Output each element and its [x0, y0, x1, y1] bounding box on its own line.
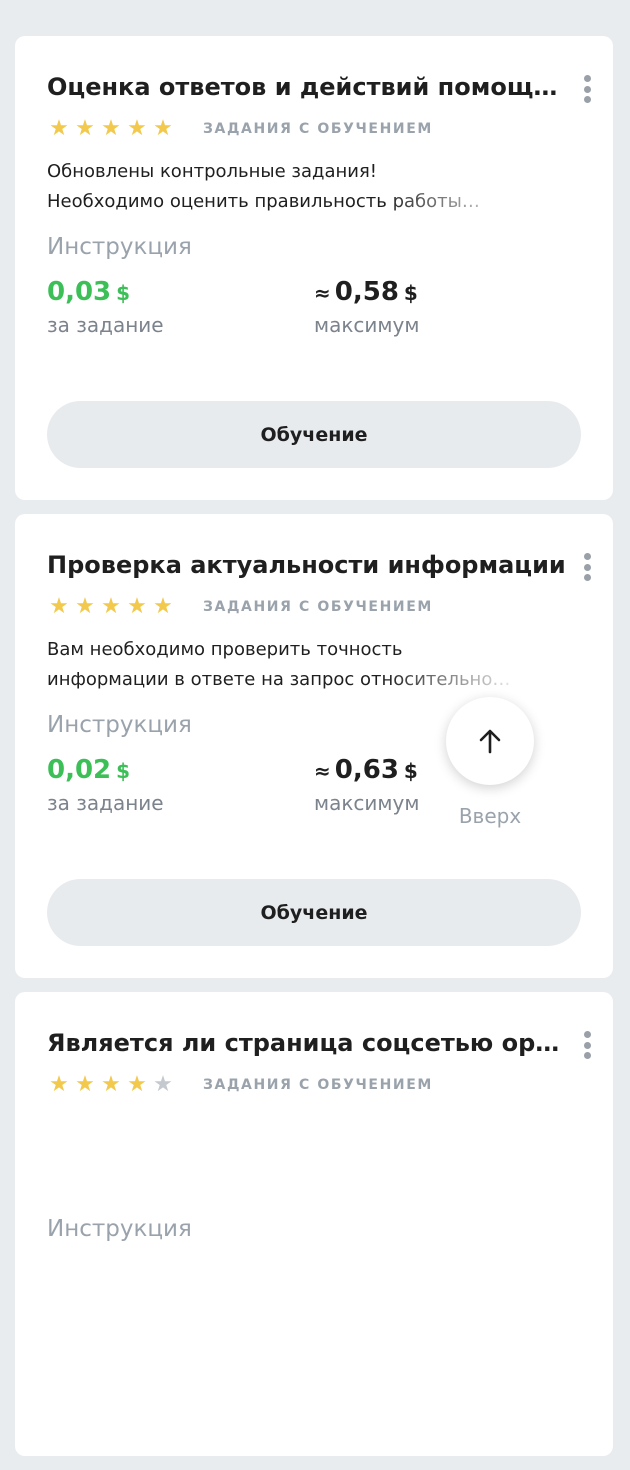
star-icon: ★ — [127, 116, 147, 141]
star-icon: ★ — [153, 594, 173, 619]
card-header: Проверка актуальности информации — [47, 547, 581, 583]
star-icon: ★ — [153, 116, 173, 141]
price-label: за задание — [47, 313, 164, 337]
approx-sign: ≈ — [314, 759, 331, 783]
arrow-up-icon — [479, 729, 501, 754]
card-title[interactable]: Проверка актуальности информации — [47, 547, 569, 583]
max-value: ≈0,63 $ — [314, 753, 581, 788]
star-empty-icon: ★ — [153, 1072, 173, 1097]
card-meta: ★ ★ ★ ★ ★ ЗАДАНИЯ С ОБУЧЕНИЕМ — [47, 117, 581, 141]
price-amount: 0,02 — [47, 755, 112, 785]
star-icon: ★ — [49, 116, 69, 141]
scroll-top-label: Вверх — [458, 804, 522, 828]
max-label: максимум — [314, 313, 420, 337]
approx-sign: ≈ — [314, 281, 331, 305]
description-line: Обновлены контрольные задания! — [47, 161, 377, 182]
more-options-icon[interactable] — [581, 553, 593, 581]
star-icon: ★ — [75, 116, 95, 141]
task-type-label: ЗАДАНИЯ С ОБУЧЕНИЕМ — [203, 1077, 433, 1093]
star-icon: ★ — [75, 1072, 95, 1097]
rating-stars: ★ ★ ★ ★ ★ — [47, 117, 175, 141]
more-options-icon[interactable] — [581, 1031, 593, 1059]
price-label: за задание — [47, 791, 164, 815]
card-description — [47, 1113, 581, 1173]
card-title[interactable]: Оценка ответов и действий помощника — [47, 69, 569, 105]
currency-sign: $ — [116, 281, 131, 305]
price-value: 0,03 $ — [47, 275, 314, 310]
card-description: Обновлены контрольные задания! Необходим… — [47, 157, 581, 217]
training-button[interactable]: Обучение — [47, 401, 581, 468]
scroll-top-button[interactable] — [446, 697, 534, 785]
description-line: Необходимо оценить правильность работы… — [47, 191, 480, 212]
price-max: ≈0,58 $ максимум — [314, 275, 581, 340]
rating-stars: ★ ★ ★ ★ ★ — [47, 595, 175, 619]
max-amount: 0,58 — [334, 277, 399, 307]
card-description: Вам необходимо проверить точность информ… — [47, 635, 581, 695]
instruction-link[interactable]: Инструкция — [47, 709, 192, 741]
star-icon: ★ — [127, 594, 147, 619]
price-value: 0,02 $ — [47, 753, 314, 788]
instruction-link[interactable]: Инструкция — [47, 231, 192, 263]
star-icon: ★ — [101, 116, 121, 141]
rating-stars: ★ ★ ★ ★ ★ — [47, 1073, 175, 1097]
star-icon: ★ — [49, 594, 69, 619]
card-header: Является ли страница соцсетью организаци… — [47, 1025, 581, 1061]
star-icon: ★ — [127, 1072, 147, 1097]
price-per-task: 0,02 $ за задание — [47, 753, 314, 818]
task-type-label: ЗАДАНИЯ С ОБУЧЕНИЕМ — [203, 599, 433, 615]
card-meta: ★ ★ ★ ★ ★ ЗАДАНИЯ С ОБУЧЕНИЕМ — [47, 1073, 581, 1097]
max-amount: 0,63 — [334, 755, 399, 785]
description-line: информации в ответе на запрос относитель… — [47, 669, 511, 690]
price-per-task: 0,03 $ за задание — [47, 275, 314, 340]
price-block: 0,03 $ за задание ≈0,58 $ максимум — [47, 275, 581, 340]
instruction-link[interactable]: Инструкция — [47, 1213, 192, 1245]
description-line: Вам необходимо проверить точность — [47, 639, 403, 660]
training-button[interactable]: Обучение — [47, 879, 581, 946]
currency-sign: $ — [116, 759, 131, 783]
star-icon: ★ — [101, 594, 121, 619]
card-meta: ★ ★ ★ ★ ★ ЗАДАНИЯ С ОБУЧЕНИЕМ — [47, 595, 581, 619]
currency-sign: $ — [403, 759, 418, 783]
price-amount: 0,03 — [47, 277, 112, 307]
task-card[interactable]: Оценка ответов и действий помощника ★ ★ … — [15, 36, 613, 500]
star-icon: ★ — [49, 1072, 69, 1097]
star-icon: ★ — [75, 594, 95, 619]
currency-sign: $ — [403, 281, 418, 305]
more-options-icon[interactable] — [581, 75, 593, 103]
card-header: Оценка ответов и действий помощника — [47, 69, 581, 105]
task-card[interactable]: Является ли страница соцсетью организаци… — [15, 992, 613, 1456]
task-type-label: ЗАДАНИЯ С ОБУЧЕНИЕМ — [203, 121, 433, 137]
max-value: ≈0,58 $ — [314, 275, 581, 310]
star-icon: ★ — [101, 1072, 121, 1097]
card-title[interactable]: Является ли страница соцсетью организаци… — [47, 1025, 569, 1061]
